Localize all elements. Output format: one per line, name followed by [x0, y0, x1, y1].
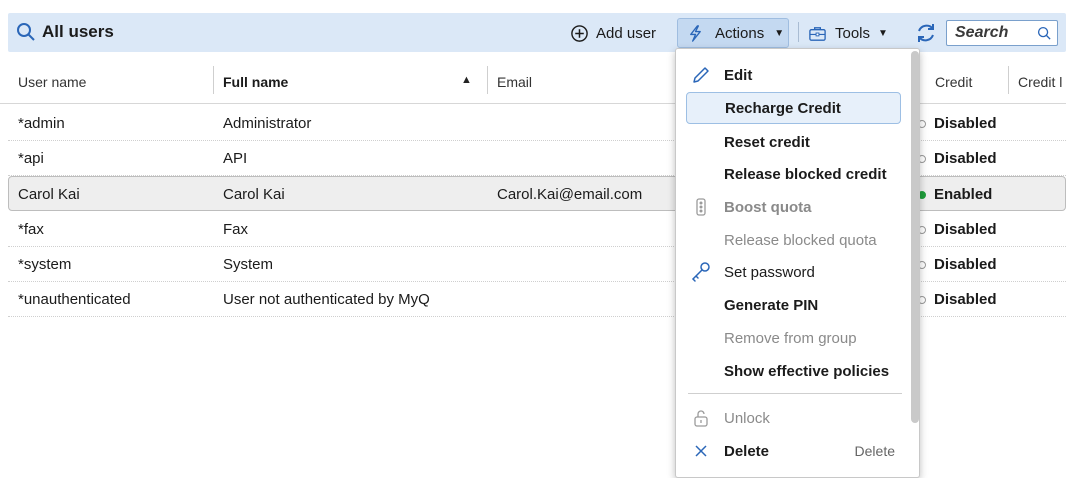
refresh-icon	[918, 24, 934, 42]
cell-credit: Disabled	[918, 282, 997, 317]
menu-item-label: Unlock	[724, 409, 770, 427]
cell-full-name: System	[223, 256, 274, 273]
column-header-full-name[interactable]: Full name	[223, 60, 288, 104]
menu-item-show-effective-policies[interactable]: Show effective policies	[686, 355, 901, 387]
refresh-button[interactable]	[914, 18, 938, 48]
menu-item-unlock[interactable]: Unlock	[686, 402, 901, 434]
column-resize-handle[interactable]	[1008, 66, 1009, 94]
credit-status: Disabled	[934, 256, 997, 273]
search-icon	[17, 23, 35, 41]
actions-button[interactable]: Actions ▼	[677, 18, 789, 48]
menu-item-set-password[interactable]: Set password	[686, 256, 901, 288]
key-icon	[690, 261, 712, 283]
menu-item-label: Show effective policies	[724, 362, 890, 380]
chevron-down-icon: ▼	[878, 27, 888, 39]
chevron-down-icon: ▼	[774, 27, 785, 39]
menu-item-label: Recharge Credit	[725, 99, 841, 117]
cell-user-name: Carol Kai	[18, 186, 80, 203]
cell-full-name: Carol Kai	[223, 186, 285, 203]
menu-item-edit[interactable]: Edit	[686, 59, 901, 91]
credit-status: Disabled	[934, 291, 997, 308]
menu-item-label: Reset credit	[724, 133, 810, 151]
cell-full-name: User not authenticated by MyQ	[223, 291, 430, 308]
cell-full-name: Administrator	[223, 115, 312, 132]
menu-item-label: Set password	[724, 263, 815, 281]
menu-item-remove-from-group[interactable]: Remove from group	[686, 322, 901, 354]
menu-item-label: Boost quota	[724, 198, 812, 216]
cell-credit: Disabled	[918, 141, 997, 176]
menu-divider	[688, 393, 902, 394]
lightning-icon	[690, 24, 701, 42]
menu-item-label: Generate PIN	[724, 296, 819, 314]
column-resize-handle[interactable]	[213, 66, 214, 94]
cell-email: Carol.Kai@email.com	[497, 186, 643, 203]
cell-user-name: *admin	[18, 115, 65, 132]
cell-user-name: *system	[18, 256, 72, 273]
cell-credit: Enabled	[918, 177, 992, 212]
credit-status: Disabled	[934, 221, 997, 238]
credit-status: Enabled	[934, 186, 993, 203]
cell-full-name: Fax	[223, 221, 249, 238]
toolbar-divider	[798, 22, 799, 42]
actions-label: Actions	[715, 24, 765, 42]
cell-full-name: API	[223, 150, 248, 167]
menu-item-release-blocked-quota[interactable]: Release blocked quota	[686, 224, 901, 256]
menu-item-label: Release blocked credit	[724, 165, 887, 183]
close-icon	[690, 440, 712, 462]
credit-status: Disabled	[934, 150, 997, 167]
traffic-light-icon	[690, 196, 712, 218]
cell-user-name: *fax	[18, 221, 44, 238]
menu-item-reset-credit[interactable]: Reset credit	[686, 126, 901, 158]
menu-item-label: Remove from group	[724, 329, 857, 347]
cell-credit: Disabled	[918, 106, 997, 141]
search-input[interactable]	[953, 22, 1033, 44]
menu-item-boost-quota[interactable]: Boost quota	[686, 191, 901, 223]
page-title: All users	[42, 22, 114, 41]
menu-item-label: Release blocked quota	[724, 231, 877, 249]
toolbar-bar	[8, 13, 1066, 52]
toolbox-icon	[809, 26, 826, 41]
cell-credit: Disabled	[918, 247, 997, 282]
column-header-user-name[interactable]: User name	[18, 60, 86, 104]
unlock-icon	[690, 407, 712, 429]
menu-scrollbar[interactable]	[911, 51, 919, 423]
keyboard-shortcut: Delete	[854, 443, 895, 459]
tools-label: Tools	[835, 24, 871, 42]
sort-ascending-icon: ▲	[461, 74, 472, 86]
menu-item-label: Edit	[724, 66, 753, 84]
search-icon[interactable]	[1037, 26, 1052, 41]
tools-button[interactable]: Tools ▼	[808, 18, 888, 48]
column-header-credit[interactable]: Credit	[935, 60, 972, 104]
column-header-email[interactable]: Email	[497, 60, 532, 104]
column-header-credit-limit[interactable]: Credit l	[1018, 60, 1062, 104]
menu-item-generate-pin[interactable]: Generate PIN	[686, 289, 901, 321]
search-box[interactable]	[946, 20, 1058, 46]
pencil-icon	[690, 64, 712, 86]
menu-item-recharge-credit[interactable]: Recharge Credit	[686, 92, 901, 124]
menu-item-release-blocked-credit[interactable]: Release blocked credit	[686, 158, 901, 190]
menu-item-delete[interactable]: Delete Delete	[686, 435, 901, 467]
page-title-group: All users	[16, 22, 114, 42]
add-user-label: Add user	[596, 24, 657, 42]
actions-menu: Edit Recharge Credit Reset credit Releas…	[675, 48, 920, 478]
column-resize-handle[interactable]	[487, 66, 488, 94]
plus-circle-icon	[571, 24, 588, 42]
menu-item-label: Delete	[724, 442, 770, 460]
credit-status: Disabled	[934, 115, 997, 132]
cell-credit: Disabled	[918, 212, 997, 247]
cell-user-name: *api	[18, 150, 44, 167]
add-user-button[interactable]: Add user	[570, 18, 656, 48]
cell-user-name: *unauthenticated	[18, 291, 131, 308]
